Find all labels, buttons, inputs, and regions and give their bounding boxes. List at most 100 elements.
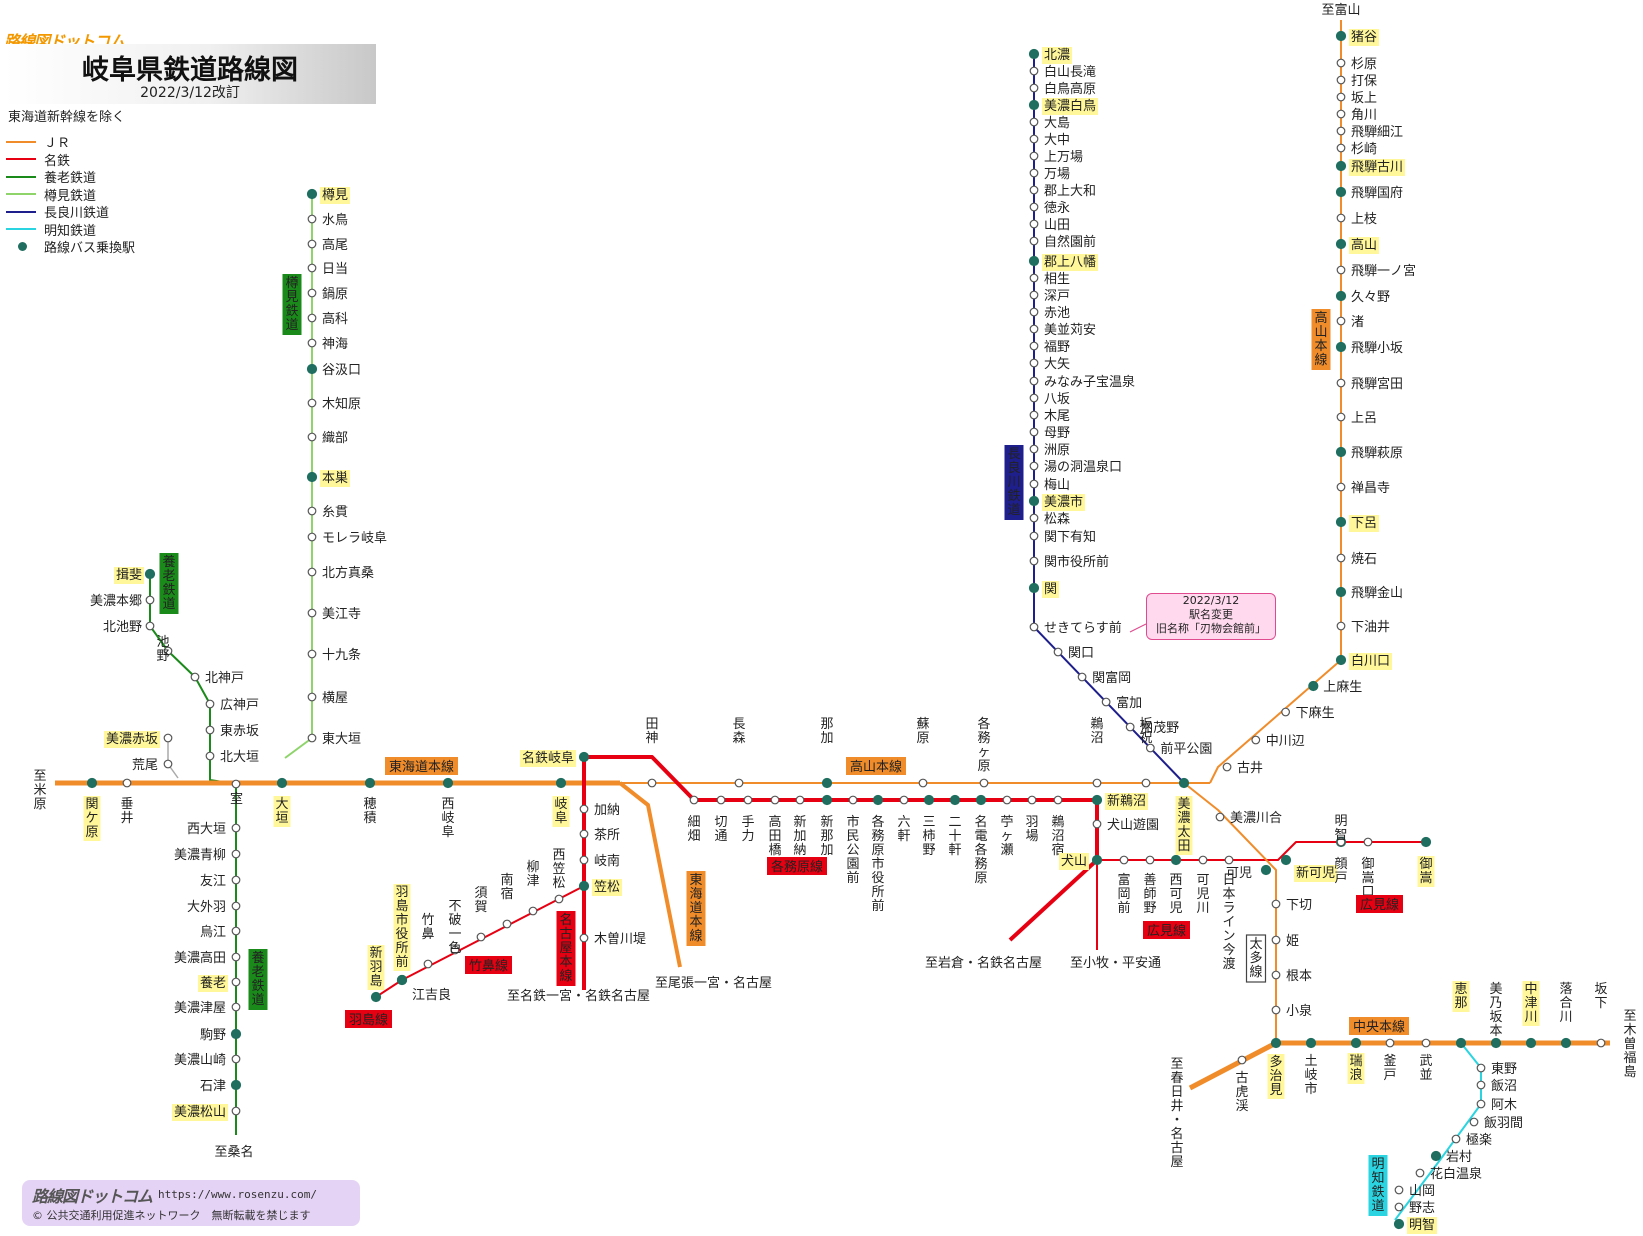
station-label: 前 (846, 870, 859, 886)
takayama-line-label: 高山本線 (850, 759, 902, 775)
destination-label: 春 (1170, 1071, 1183, 1086)
station-meitetsu (689, 795, 699, 805)
station-jr (163, 759, 173, 769)
station-label: 各 (974, 842, 987, 858)
station-meitetsu (770, 795, 780, 805)
station-label: 西大垣 (187, 822, 226, 837)
station-label: 所 (871, 885, 884, 900)
station-nagaragawa (1029, 290, 1039, 300)
station-label: 郡上八幡 (1044, 255, 1096, 270)
station-jr (1336, 109, 1346, 119)
station-jr (1336, 126, 1346, 136)
station-jr (1335, 654, 1347, 666)
footer-url[interactable]: https://www.rosenzu.com/ (158, 1188, 317, 1201)
station-label: 岐 (1304, 1068, 1317, 1083)
station-label: 関 (85, 797, 98, 812)
station-label: 新 (793, 814, 806, 830)
station-nagaragawa (1029, 427, 1039, 437)
station-label: 大島 (1044, 116, 1070, 131)
station-label: 富加 (1116, 695, 1142, 711)
tokaido-line-label: 道 (689, 901, 702, 916)
station-label: 飛騨萩原 (1351, 446, 1403, 461)
station-label: 務 (977, 731, 990, 746)
station-nagaragawa (1029, 66, 1039, 76)
station-tarumi (307, 288, 317, 298)
station-meitetsu (975, 794, 987, 806)
station-label: 福野 (1044, 340, 1070, 355)
station-jr (1335, 238, 1347, 250)
station-label: 赤池 (1044, 306, 1070, 321)
station-label: 南 (500, 872, 513, 888)
station-label: 西 (441, 797, 454, 812)
station-label: 原 (974, 871, 987, 886)
station-label: 民 (846, 829, 859, 844)
taita-line-label: 線 (1249, 964, 1262, 980)
destination-label: 至尾張一宮・名古屋 (655, 975, 772, 991)
station-label: 羽 (369, 960, 382, 975)
station-label: 花白温泉 (1430, 1166, 1482, 1182)
station-label: 嵩 (1419, 871, 1432, 886)
station-nagaragawa (1029, 168, 1039, 178)
station-label: 自然園前 (1044, 234, 1096, 250)
station-yoro (144, 568, 156, 580)
station-jr (1237, 1055, 1247, 1065)
station-label: 白川口 (1351, 653, 1390, 669)
yoro-line-label: 鉄 (251, 979, 264, 994)
station-label: 島 (395, 899, 408, 914)
hiromi-line (1097, 841, 1426, 861)
station-jr (1305, 1037, 1317, 1049)
station-nagaragawa (1029, 151, 1039, 161)
nagaragawa-line-label: 川 (1007, 475, 1020, 490)
station-label: 駒野 (200, 1028, 226, 1043)
station-label: 美濃川合 (1230, 811, 1282, 826)
station-jr (1336, 75, 1346, 85)
hashima-line-label: 羽島線 (349, 1012, 388, 1028)
station-jr (276, 777, 288, 789)
station-label: 中 (1524, 982, 1537, 997)
station-label: 軒 (948, 843, 961, 858)
station-label: 本 (1222, 887, 1235, 902)
station-nagaragawa (1029, 273, 1039, 283)
station-nagaragawa (1028, 255, 1040, 267)
station-label: 北濃 (1044, 48, 1070, 63)
station-label: 美濃山崎 (174, 1053, 226, 1068)
station-yoro (231, 875, 241, 885)
footer-brand: 路線図ドットコム (32, 1187, 153, 1206)
station-label: 木曽川堤 (594, 932, 646, 947)
station-label: 坂上 (1351, 91, 1377, 106)
station-nagaragawa (1029, 185, 1039, 195)
station-label: 姫 (1286, 934, 1299, 949)
station-jr (1215, 812, 1225, 822)
destination-label: 至名鉄一宮・名鉄名古屋 (507, 988, 650, 1004)
station-label: 虎 (1235, 1085, 1248, 1100)
station-label: 浪 (1349, 1068, 1362, 1083)
station-meitetsu (1091, 794, 1103, 806)
station-label: 洲原 (1044, 443, 1070, 458)
station-meitetsu (579, 804, 589, 814)
station-label: 北池野 (103, 620, 142, 635)
station-label: 川 (1196, 901, 1209, 916)
station-nagaragawa (1029, 358, 1039, 368)
station-label: 積 (363, 811, 376, 826)
station-tarumi (307, 313, 317, 323)
station-label: 鵜 (1051, 815, 1064, 830)
station-nagaragawa (1029, 202, 1039, 212)
destination-label: 井 (1170, 1099, 1183, 1114)
station-jr (1271, 1005, 1281, 1015)
station-label: ヶ (1000, 829, 1013, 844)
tarumi-line-label: 見 (285, 290, 298, 305)
station-label: 土 (1304, 1054, 1317, 1069)
station-label: 本 (1489, 1024, 1502, 1039)
station-label: 打保 (1351, 74, 1377, 89)
station-label: 母野 (1044, 426, 1070, 441)
station-label: 上呂 (1351, 411, 1377, 426)
station-jr (122, 778, 132, 788)
station-label: 猪谷 (1351, 30, 1377, 45)
station-label: 鵜 (1090, 717, 1103, 732)
station-label: 山田 (1044, 218, 1070, 233)
station-meitetsu (476, 932, 486, 942)
station-label: 阜 (554, 810, 567, 826)
station-yoro (230, 1028, 242, 1040)
station-nagaragawa (1028, 582, 1040, 594)
station-meitetsu (1145, 855, 1155, 865)
